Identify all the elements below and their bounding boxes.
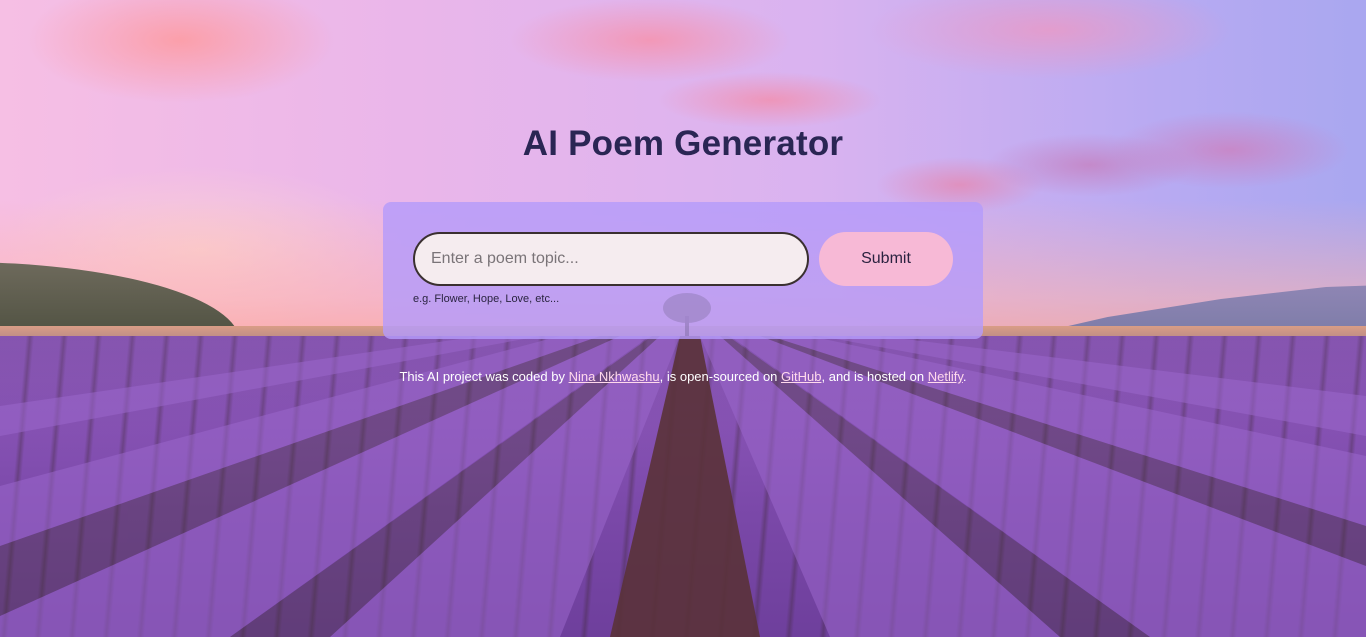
tree-silhouette-icon — [663, 293, 711, 336]
footer-text-3: , and is hosted on — [821, 369, 928, 384]
footer-text-2: , is open-sourced on — [659, 369, 782, 384]
github-link[interactable]: GitHub — [781, 369, 821, 384]
poem-form-card: Submit e.g. Flower, Hope, Love, etc... — [383, 202, 983, 339]
poem-topic-input[interactable] — [413, 232, 809, 286]
netlify-link[interactable]: Netlify — [928, 369, 963, 384]
page: AI Poem Generator Submit e.g. Flower, Ho… — [0, 0, 1366, 637]
author-link[interactable]: Nina Nkhwashu — [569, 369, 660, 384]
footer-credit: This AI project was coded by Nina Nkhwas… — [0, 369, 1366, 384]
footer-text-4: . — [962, 369, 967, 384]
input-hint: e.g. Flower, Hope, Love, etc... — [413, 293, 560, 305]
page-title: AI Poem Generator — [522, 124, 844, 163]
submit-button[interactable]: Submit — [819, 232, 953, 286]
footer-text-1: This AI project was coded by — [399, 369, 569, 384]
